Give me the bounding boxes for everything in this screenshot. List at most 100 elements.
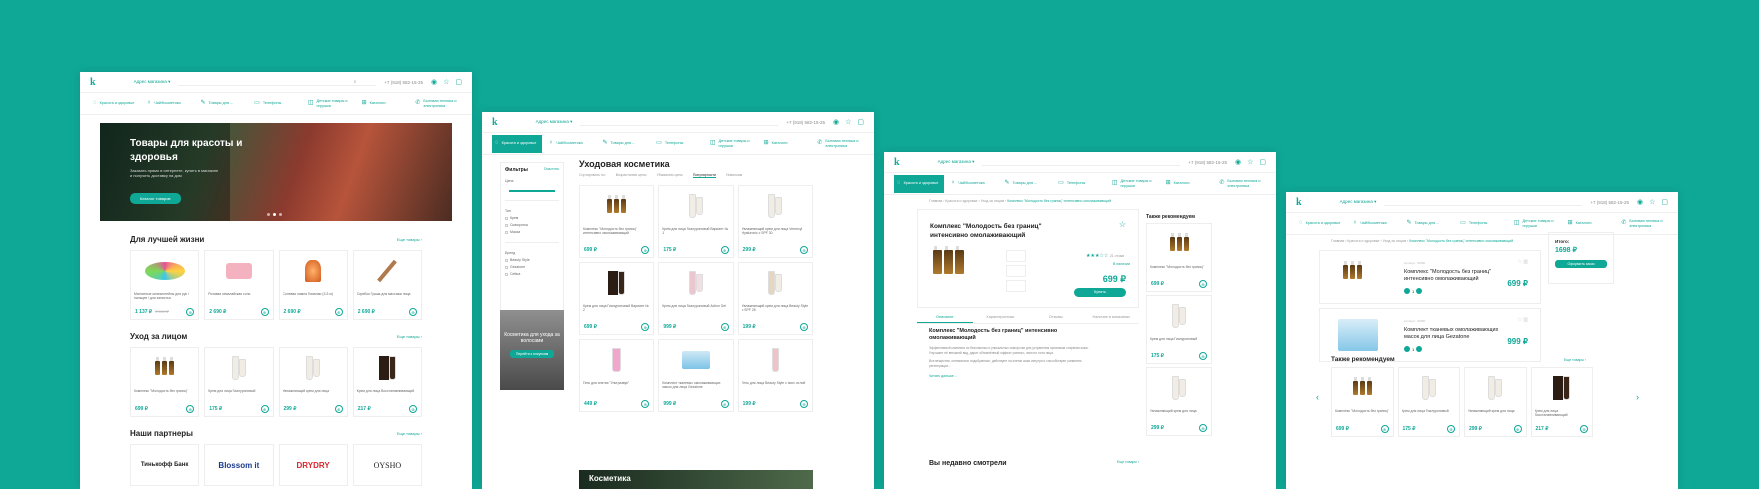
partner-logo[interactable]: DRYDRY <box>278 444 348 486</box>
sort-option[interactable]: Убыванию цены <box>657 173 683 178</box>
nav-item[interactable]: ⊞ Каталоги <box>761 135 811 153</box>
search-input[interactable] <box>982 159 1181 166</box>
city-select[interactable]: Адрес магазина ▾ <box>1340 199 1377 205</box>
cart-icon[interactable]: ⊕ <box>186 308 195 316</box>
eye-icon[interactable]: ◉ <box>833 118 839 126</box>
product-card[interactable]: Увлажняющий крем для лица 299 ₽ ⊕ <box>278 347 348 417</box>
logo[interactable]: k <box>492 117 498 128</box>
product-card[interactable]: Крем для лица Гиалуроновый 175 ₽ ⊕ <box>1397 367 1460 437</box>
tab-stores[interactable]: Наличие в магазинах <box>1084 312 1140 323</box>
breadcrumb-path[interactable]: Главная › Красота и здоровье › Уход за л… <box>1331 239 1408 243</box>
cart-icon[interactable]: ⊕ <box>186 405 195 413</box>
cart-icon[interactable]: ⊕ <box>409 308 417 316</box>
city-select[interactable]: Адрес магазина ▾ <box>134 79 171 85</box>
cart-icon[interactable]: ▢ <box>1661 198 1668 206</box>
tab-reviews[interactable]: Отзывы <box>1028 312 1084 323</box>
cart-icon[interactable]: ⊕ <box>641 323 650 331</box>
logo[interactable]: k <box>1296 197 1302 208</box>
product-card[interactable]: Увлажняющий крем для лица Beauty Style c… <box>737 262 813 335</box>
product-card[interactable]: Крем для лица Гиалуроновый Action Gel 999… <box>658 262 734 335</box>
filter-option[interactable]: Gezatone <box>505 265 559 269</box>
cart-icon[interactable]: ⊕ <box>1199 424 1207 432</box>
logo[interactable]: k <box>90 77 96 88</box>
buy-button[interactable]: Купить <box>1074 288 1126 297</box>
nav-item[interactable]: ▭ Телефоны <box>653 135 703 153</box>
cart-icon[interactable]: ⊕ <box>1380 425 1389 433</box>
product-card[interactable]: Увлажняющий крем для лица Vernecyl Hyalu… <box>737 185 813 258</box>
nav-item[interactable]: ♀ Чай/Косметика <box>546 135 596 153</box>
product-card[interactable]: Солевая лампа Гималаи (3-5 кг) 2 690 ₽ ⊕ <box>278 250 348 320</box>
filter-option[interactable]: Крем <box>505 216 559 220</box>
nav-item-active[interactable]: ◌ Красота и здоровье <box>894 174 944 193</box>
filter-option[interactable]: Beauty Style <box>505 258 559 262</box>
product-card[interactable]: Гель для лица Beauty Style с эксп. иглой… <box>737 339 813 412</box>
search-input[interactable]: ⌕ <box>178 79 377 86</box>
nav-item[interactable]: ✎ Товары для ... <box>1403 215 1453 233</box>
product-card[interactable]: Крем для лица Гиалуроновый Вариант № 1 17… <box>658 185 734 258</box>
cart-icon[interactable]: ⊕ <box>260 308 269 316</box>
favorite-icon[interactable]: ☆ <box>443 78 449 86</box>
nav-item[interactable]: ⊞ Каталоги <box>1163 175 1213 193</box>
nav-item[interactable]: ◌ Красота и здоровье <box>1296 215 1346 233</box>
nav-item[interactable]: ✆ Бытовая техника и электроника <box>1618 215 1668 233</box>
cart-icon[interactable]: ⊕ <box>334 308 343 316</box>
product-name[interactable]: Комплекс "Молодость без границ" интенсив… <box>1404 269 1514 283</box>
eye-icon[interactable]: ◉ <box>1637 198 1643 206</box>
search-icon[interactable]: ⌕ <box>354 79 357 84</box>
cart-icon[interactable]: ⊕ <box>641 246 650 254</box>
logo[interactable]: k <box>894 157 900 168</box>
product-card[interactable]: Увлажняющий крем для лица 299 ₽ ⊕ <box>1146 367 1212 436</box>
nav-item[interactable]: ♀ Чай/Косметика <box>1350 215 1400 233</box>
chevron-right-icon[interactable]: › <box>1636 392 1639 402</box>
cart-icon[interactable]: ⊕ <box>409 405 417 413</box>
favorite-icon[interactable]: ☆ <box>1649 198 1655 206</box>
category-banner[interactable]: Косметика <box>579 470 813 489</box>
cart-icon[interactable]: ▢ <box>857 118 864 126</box>
promo-button[interactable]: Перейти к покупкам <box>509 350 555 358</box>
cart-icon[interactable]: ▢ <box>1259 158 1266 166</box>
product-card[interactable]: Крем для лица Гиалуроновый Вариант № 2 69… <box>579 262 655 335</box>
partner-logo[interactable]: Blossom it <box>204 444 274 486</box>
favorite-icon[interactable]: ☆ <box>1247 158 1253 166</box>
nav-item[interactable]: ✎ Товары для ... <box>197 95 247 113</box>
cart-icon[interactable]: ⊕ <box>1580 425 1588 433</box>
cart-icon[interactable]: ⊕ <box>800 400 808 408</box>
minus-icon[interactable] <box>1404 346 1410 352</box>
sort-option[interactable]: Возрастанию цены <box>616 173 647 178</box>
sort-option[interactable]: Новинкам <box>726 173 742 178</box>
plus-icon[interactable] <box>1416 346 1423 352</box>
product-card[interactable]: Комплекс "Молодость без границ" 699 ₽ ⊕ <box>130 347 200 417</box>
product-name[interactable]: Комплект тканевых омолаживающих масок дл… <box>1404 327 1514 341</box>
product-card[interactable]: Гель для снятия "Ультразвук" 449 ₽ ⊕ <box>579 339 655 412</box>
more-link[interactable]: Еще товары › <box>397 431 422 436</box>
favorite-icon[interactable]: ☆ <box>1119 220 1126 229</box>
nav-item[interactable]: ✎ Товары для ... <box>599 135 649 153</box>
filter-option[interactable]: Маска <box>505 230 559 234</box>
favorite-icon[interactable]: ☆ <box>845 118 851 126</box>
filter-option[interactable]: Сыворотка <box>505 223 559 227</box>
search-input[interactable] <box>580 119 779 126</box>
nav-item[interactable]: ✎ Товары для ... <box>1001 175 1051 193</box>
more-link[interactable]: Еще товары › <box>1564 358 1586 362</box>
nav-item[interactable]: ⊞ Каталоги <box>359 95 409 113</box>
tab-specs[interactable]: Характеристики <box>973 312 1029 323</box>
nav-item[interactable]: ⊞ Каталоги <box>1565 215 1615 233</box>
more-link[interactable]: Еще товары › <box>397 237 422 242</box>
nav-item[interactable]: ◫ Детские товары и игрушки <box>707 135 757 153</box>
quantity-stepper[interactable]: 1 <box>1404 288 1423 294</box>
sort-option-active[interactable]: Популярности <box>692 173 716 178</box>
cart-icon[interactable]: ⊕ <box>1199 352 1207 360</box>
product-card[interactable]: Комплект тканевых омолаживающих масок дл… <box>658 339 734 412</box>
carousel-dots[interactable] <box>267 213 282 216</box>
city-select[interactable]: Адрес магазина ▾ <box>938 159 975 165</box>
more-link[interactable]: Еще товары › <box>397 334 422 339</box>
nav-item[interactable]: ◫ Детские товары и игрушки <box>1109 175 1159 193</box>
nav-item-active[interactable]: ◌ Красота и здоровье <box>492 134 542 153</box>
minus-icon[interactable] <box>1404 288 1410 294</box>
plus-icon[interactable] <box>1416 288 1423 294</box>
search-input[interactable] <box>1384 199 1583 206</box>
nav-item[interactable]: ♀ Чай/Косметика <box>948 175 998 193</box>
checkout-button[interactable]: Оформить заказ <box>1555 260 1607 268</box>
delete-icon[interactable]: ☆ ▥ <box>1517 317 1528 323</box>
product-card[interactable]: Магнитные кинезиотейпы для рук / пальцев… <box>130 250 200 320</box>
